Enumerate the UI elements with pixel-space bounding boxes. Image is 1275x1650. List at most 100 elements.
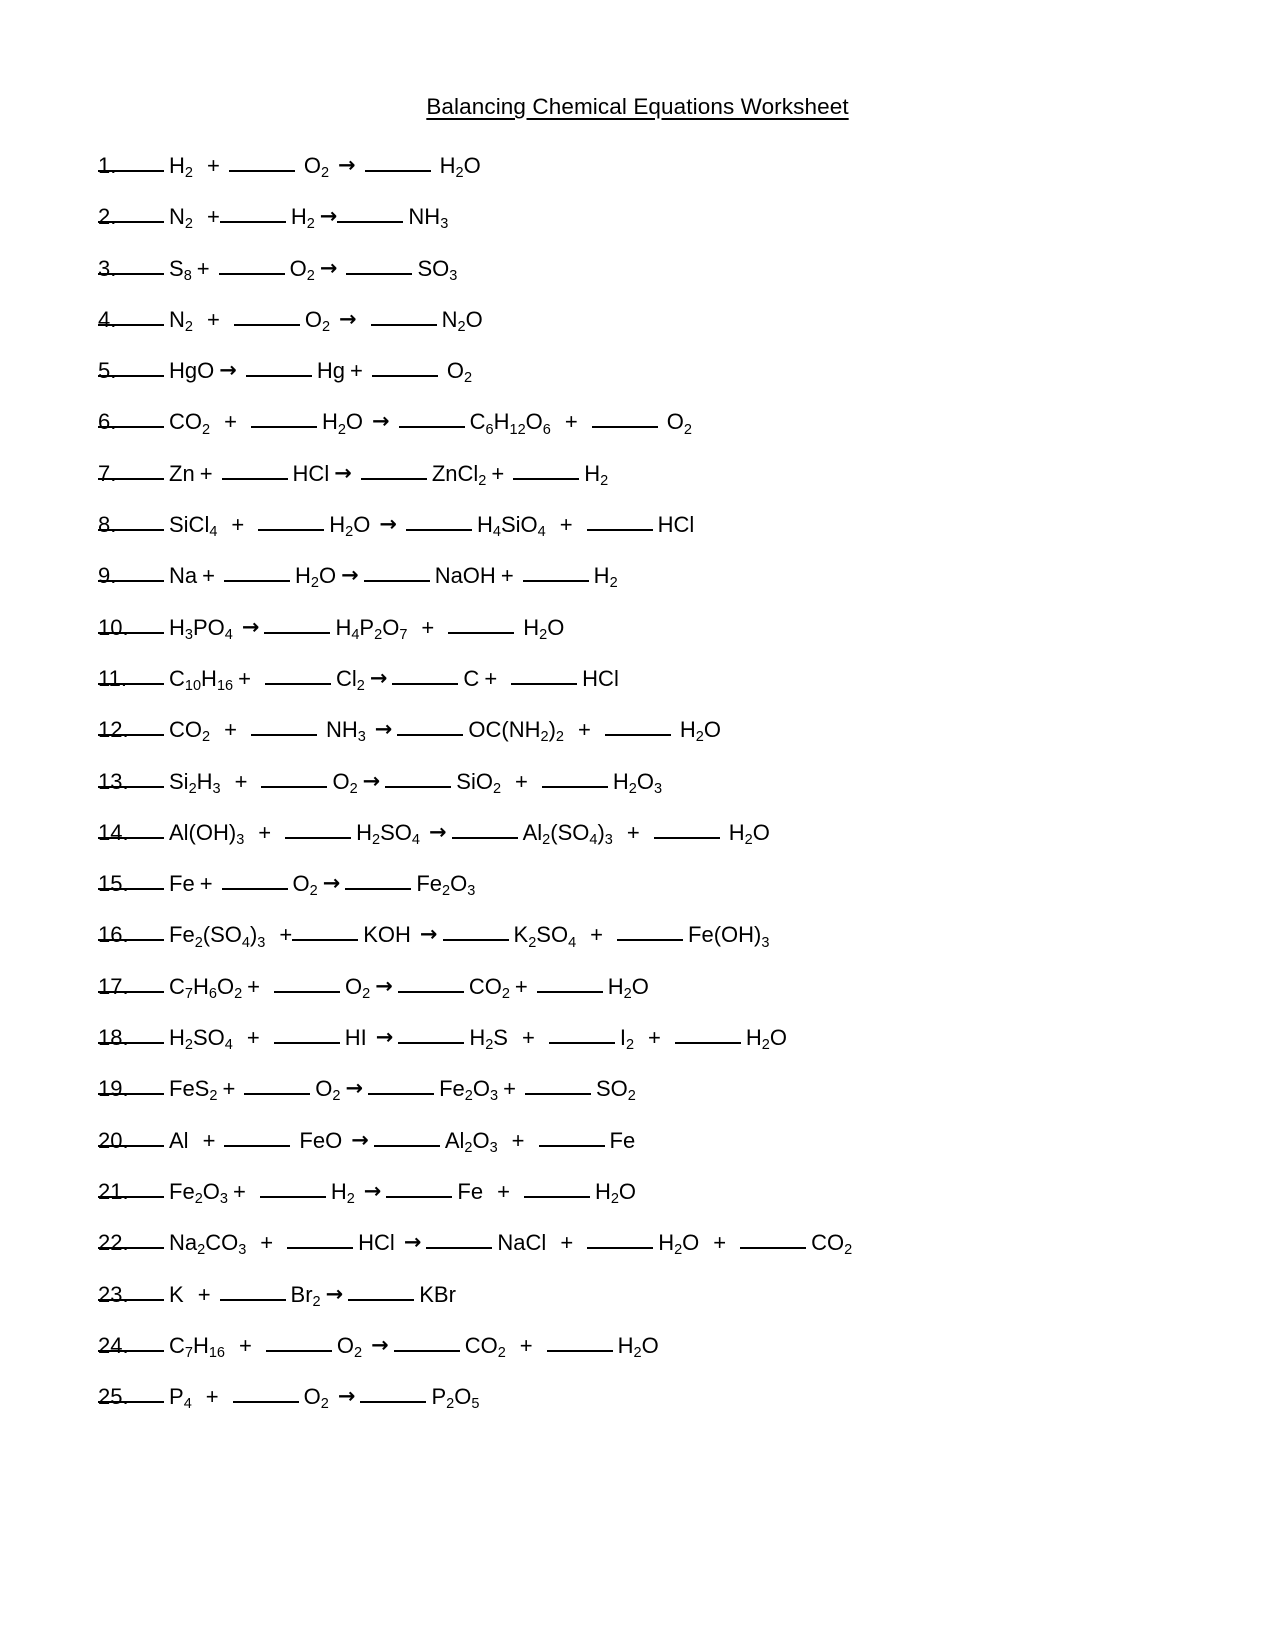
coefficient-blank[interactable] <box>264 682 331 685</box>
coefficient-blank[interactable] <box>218 272 285 275</box>
coefficient-blank[interactable] <box>591 426 658 429</box>
coefficient-blank[interactable] <box>98 1349 164 1352</box>
coefficient-blank[interactable] <box>98 477 164 480</box>
coefficient-blank[interactable] <box>398 1042 465 1045</box>
coefficient-blank[interactable] <box>221 477 288 480</box>
coefficient-blank[interactable] <box>98 631 164 634</box>
coefficient-blank[interactable] <box>98 426 164 429</box>
coefficient-blank[interactable] <box>364 170 431 172</box>
coefficient-blank[interactable] <box>274 990 340 993</box>
coefficient-blank[interactable] <box>405 529 472 532</box>
coefficient-blank[interactable] <box>653 836 720 839</box>
coefficient-blank[interactable] <box>98 734 164 737</box>
coefficient-blank[interactable] <box>674 1042 741 1045</box>
coefficient-blank[interactable] <box>368 1093 435 1096</box>
coefficient-blank[interactable] <box>98 1093 164 1096</box>
coefficient-blank[interactable] <box>223 580 290 583</box>
coefficient-blank[interactable] <box>98 1195 164 1198</box>
coefficient-blank[interactable] <box>98 375 164 378</box>
plus-sign: + <box>648 1025 661 1051</box>
coefficient-blank[interactable] <box>536 990 603 993</box>
coefficient-blank[interactable] <box>98 785 164 788</box>
coefficient-blank[interactable] <box>587 1247 654 1250</box>
coefficient-blank[interactable] <box>98 1401 164 1404</box>
coefficient-blank[interactable] <box>370 323 437 326</box>
coefficient-blank[interactable] <box>397 990 464 993</box>
coefficient-blank[interactable] <box>397 734 464 737</box>
coefficient-blank[interactable] <box>98 888 164 891</box>
coefficient-blank[interactable] <box>548 1042 615 1045</box>
coefficient-blank[interactable] <box>250 426 317 429</box>
coefficient-blank[interactable] <box>292 939 359 942</box>
coefficient-blank[interactable] <box>244 1093 311 1096</box>
coefficient-blank[interactable] <box>98 1247 164 1250</box>
coefficient-blank[interactable] <box>346 272 413 275</box>
coefficient-blank[interactable] <box>98 1042 164 1045</box>
coefficient-blank[interactable] <box>250 734 317 737</box>
coefficient-blank[interactable] <box>259 1195 326 1198</box>
coefficient-blank[interactable] <box>98 580 164 583</box>
coefficient-blank[interactable] <box>426 1247 493 1250</box>
coefficient-blank[interactable] <box>98 939 164 942</box>
coefficient-blank[interactable] <box>511 682 578 685</box>
coefficient-blank[interactable] <box>586 529 653 532</box>
coefficient-blank[interactable] <box>258 529 325 532</box>
reaction-arrow-icon: → <box>334 460 352 485</box>
coefficient-blank[interactable] <box>393 1349 460 1352</box>
coefficient-blank[interactable] <box>98 836 164 839</box>
coefficient-blank[interactable] <box>523 1195 590 1198</box>
coefficient-blank[interactable] <box>224 1144 291 1147</box>
coefficient-blank[interactable] <box>98 1144 164 1147</box>
coefficient-blank[interactable] <box>287 1247 354 1250</box>
coefficient-blank[interactable] <box>265 1349 332 1352</box>
coefficient-blank[interactable] <box>373 1144 440 1147</box>
coefficient-blank[interactable] <box>245 375 312 378</box>
coefficient-blank[interactable] <box>546 1349 613 1352</box>
coefficient-blank[interactable] <box>337 221 404 224</box>
coefficient-blank[interactable] <box>448 631 515 634</box>
reaction-arrow-icon: → <box>341 563 359 588</box>
coefficient-blank[interactable] <box>98 170 164 172</box>
coefficient-blank[interactable] <box>348 1298 415 1301</box>
coefficient-blank[interactable] <box>392 682 459 685</box>
coefficient-blank[interactable] <box>513 477 580 480</box>
coefficient-blank[interactable] <box>98 1298 164 1301</box>
coefficient-blank[interactable] <box>264 631 331 634</box>
coefficient-blank[interactable] <box>233 323 300 326</box>
coefficient-blank[interactable] <box>228 170 295 172</box>
coefficient-blank[interactable] <box>524 1093 591 1096</box>
coefficient-blank[interactable] <box>617 939 684 942</box>
coefficient-blank[interactable] <box>371 375 438 378</box>
coefficient-blank[interactable] <box>98 529 164 532</box>
coefficient-blank[interactable] <box>98 272 164 275</box>
coefficient-blank[interactable] <box>219 221 286 224</box>
coefficient-blank[interactable] <box>385 785 452 788</box>
coefficient-blank[interactable] <box>98 323 164 326</box>
coefficient-blank[interactable] <box>363 580 430 583</box>
coefficient-blank[interactable] <box>538 1144 605 1147</box>
coefficient-blank[interactable] <box>442 939 509 942</box>
species-o2: O2 <box>304 306 331 335</box>
coefficient-blank[interactable] <box>345 888 412 891</box>
coefficient-blank[interactable] <box>261 785 328 788</box>
coefficient-blank[interactable] <box>98 990 164 993</box>
coefficient-blank[interactable] <box>398 426 465 429</box>
equation-body: SiCl4 + H2O → H4SiO4 + HCl <box>98 514 1275 539</box>
coefficient-blank[interactable] <box>740 1247 807 1250</box>
coefficient-blank[interactable] <box>98 221 164 224</box>
coefficient-blank[interactable] <box>386 1195 453 1198</box>
coefficient-blank[interactable] <box>522 580 589 583</box>
species-urea: OC(NH2)2 <box>468 717 564 746</box>
equation-number: 15. <box>98 871 129 897</box>
coefficient-blank[interactable] <box>273 1042 340 1045</box>
coefficient-blank[interactable] <box>221 888 288 891</box>
coefficient-blank[interactable] <box>604 734 671 737</box>
coefficient-blank[interactable] <box>360 477 427 480</box>
coefficient-blank[interactable] <box>98 682 164 685</box>
coefficient-blank[interactable] <box>541 785 608 788</box>
coefficient-blank[interactable] <box>219 1298 286 1301</box>
coefficient-blank[interactable] <box>360 1401 427 1404</box>
coefficient-blank[interactable] <box>451 836 518 839</box>
coefficient-blank[interactable] <box>232 1401 299 1404</box>
coefficient-blank[interactable] <box>285 836 352 839</box>
